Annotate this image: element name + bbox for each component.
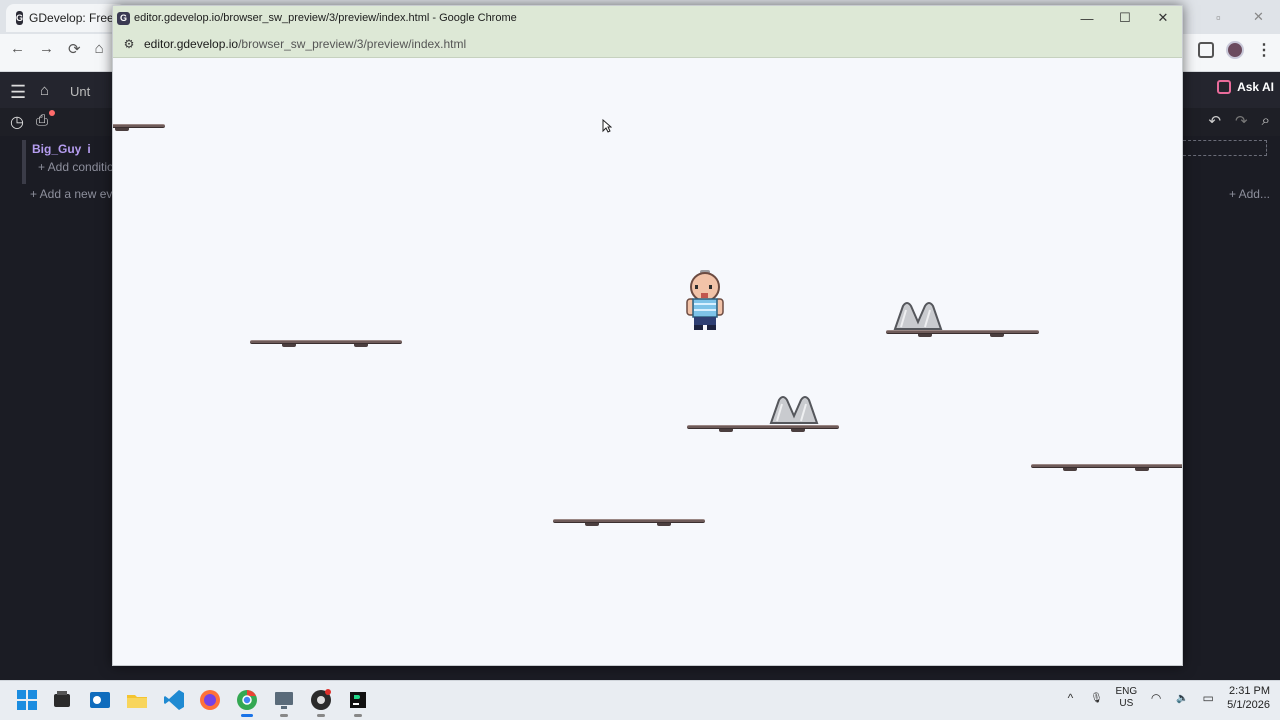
speaker-icon[interactable]: 🔈 <box>1175 691 1189 705</box>
back-icon[interactable]: ← <box>10 40 25 58</box>
clock[interactable]: 2:31 PM 5/1/2026 <box>1227 684 1270 712</box>
language-code: ENG <box>1115 686 1138 697</box>
remote-desktop-icon[interactable] <box>272 688 296 712</box>
background-nav-buttons: ← → ⟳ ⌂ <box>10 40 104 58</box>
mouse-cursor-icon <box>602 119 612 133</box>
add-action-link[interactable]: + Add... <box>1229 187 1270 201</box>
ai-chat-icon <box>1217 80 1232 94</box>
search-icon[interactable]: ⌕ <box>1262 112 1270 130</box>
preview-window-controls: — ☐ ✕ <box>1068 6 1182 30</box>
save-icon[interactable]: ⎙ <box>36 112 48 129</box>
reload-icon[interactable]: ⟳ <box>68 40 81 58</box>
redo-icon[interactable]: ↷ <box>1235 112 1248 130</box>
preview-window-title: editor.gdevelop.io/browser_sw_preview/3/… <box>134 12 517 24</box>
hamburger-menu-icon[interactable]: ☰ <box>10 82 26 103</box>
event-condition-row[interactable]: Big_Guy i <box>32 142 91 156</box>
system-tray: ^ 🎙 ENG US ◠ 🔈 ▭ 2:31 PM 5/1/2026 <box>1064 684 1270 712</box>
home-icon[interactable]: ⌂ <box>95 40 104 58</box>
spike-obstacle <box>769 396 819 424</box>
clock-time: 2:31 PM <box>1229 685 1270 697</box>
firefox-icon[interactable] <box>198 688 222 712</box>
history-icon[interactable]: ◷ <box>10 112 24 132</box>
minimize-icon[interactable]: — <box>1068 6 1106 30</box>
vs-code-icon[interactable] <box>162 688 186 712</box>
event-drag-handle[interactable] <box>22 140 26 184</box>
background-window-controls: ▫ ✕ <box>1200 0 1280 34</box>
region-code: US <box>1119 698 1134 709</box>
maximize-icon[interactable]: ☐ <box>1106 6 1144 30</box>
microphone-icon[interactable]: 🎙 <box>1090 691 1104 705</box>
windows-start-icon[interactable] <box>15 688 39 712</box>
background-browser-right-tools: ⋮ <box>1198 40 1272 60</box>
ask-ai-button[interactable]: Ask AI <box>1217 80 1274 94</box>
game-canvas[interactable] <box>113 58 1182 665</box>
platform <box>1031 462 1182 472</box>
url-domain: editor.gdevelop.io <box>144 36 239 51</box>
url-path: /browser_sw_preview/3/preview/index.html <box>238 36 467 51</box>
tray-overflow-chevron-icon[interactable]: ^ <box>1064 691 1078 705</box>
wifi-icon[interactable]: ◠ <box>1149 691 1163 705</box>
ask-ai-label: Ask AI <box>1237 80 1274 94</box>
battery-icon[interactable]: ▭ <box>1201 691 1215 705</box>
site-info-icon[interactable]: ⚙ <box>122 37 136 51</box>
pycharm-running-indicator <box>354 714 362 717</box>
preview-address-bar[interactable]: ⚙ editor.gdevelop.io/browser_sw_preview/… <box>113 30 1182 58</box>
outlook-icon[interactable] <box>88 688 112 712</box>
chrome-active-indicator <box>241 714 253 717</box>
preview-url[interactable]: editor.gdevelop.io/browser_sw_preview/3/… <box>144 37 466 51</box>
scene-tab[interactable]: Unt <box>70 78 90 104</box>
profile-avatar[interactable] <box>1226 41 1244 59</box>
unsaved-indicator-dot <box>49 110 55 116</box>
game-preview-window: G editor.gdevelop.io/browser_sw_preview/… <box>112 5 1183 666</box>
background-close-icon[interactable]: ✕ <box>1253 9 1264 25</box>
platform <box>553 517 705 527</box>
action-drop-zone[interactable] <box>1183 140 1267 156</box>
scene-tab-label: Unt <box>70 83 91 99</box>
add-new-event-link[interactable]: + Add a new ev <box>30 187 112 201</box>
gdevelop-favicon-icon: G <box>16 11 24 25</box>
obs-icon[interactable] <box>309 688 333 712</box>
pycharm-icon[interactable] <box>346 688 370 712</box>
language-indicator[interactable]: ENG US <box>1116 686 1138 710</box>
obs-running-indicator <box>317 714 325 717</box>
preview-title-bar[interactable]: G editor.gdevelop.io/browser_sw_preview/… <box>113 6 1182 30</box>
event-condition-suffix: i <box>87 142 91 156</box>
big-guy-player-sprite <box>686 270 724 330</box>
background-restore-icon[interactable]: ▫ <box>1216 10 1221 25</box>
preview-favicon-icon: G <box>117 11 130 25</box>
background-browser-tab[interactable]: G GDevelop: Free, F <box>6 4 126 32</box>
event-object-name: Big_Guy <box>32 142 82 156</box>
spike-obstacle <box>893 302 943 330</box>
add-condition-link[interactable]: + Add conditio <box>38 160 114 174</box>
close-icon[interactable]: ✕ <box>1144 6 1182 30</box>
browser-menu-icon[interactable]: ⋮ <box>1256 40 1272 60</box>
platform <box>250 338 402 348</box>
remote-desktop-running-indicator <box>280 714 288 717</box>
platform <box>687 423 839 433</box>
editor-right-tools: ↶ ↷ ⌕ <box>1208 112 1270 130</box>
forward-icon[interactable]: → <box>39 40 54 58</box>
undo-icon[interactable]: ↶ <box>1208 112 1221 130</box>
file-manager-icon[interactable] <box>50 688 74 712</box>
file-explorer-icon[interactable] <box>125 688 149 712</box>
google-lens-icon[interactable] <box>1198 42 1214 58</box>
platform <box>113 122 165 132</box>
clock-date: 5/1/2026 <box>1227 699 1270 711</box>
chrome-icon[interactable] <box>235 688 259 712</box>
gdevelop-home-icon[interactable]: ⌂ <box>40 82 49 99</box>
